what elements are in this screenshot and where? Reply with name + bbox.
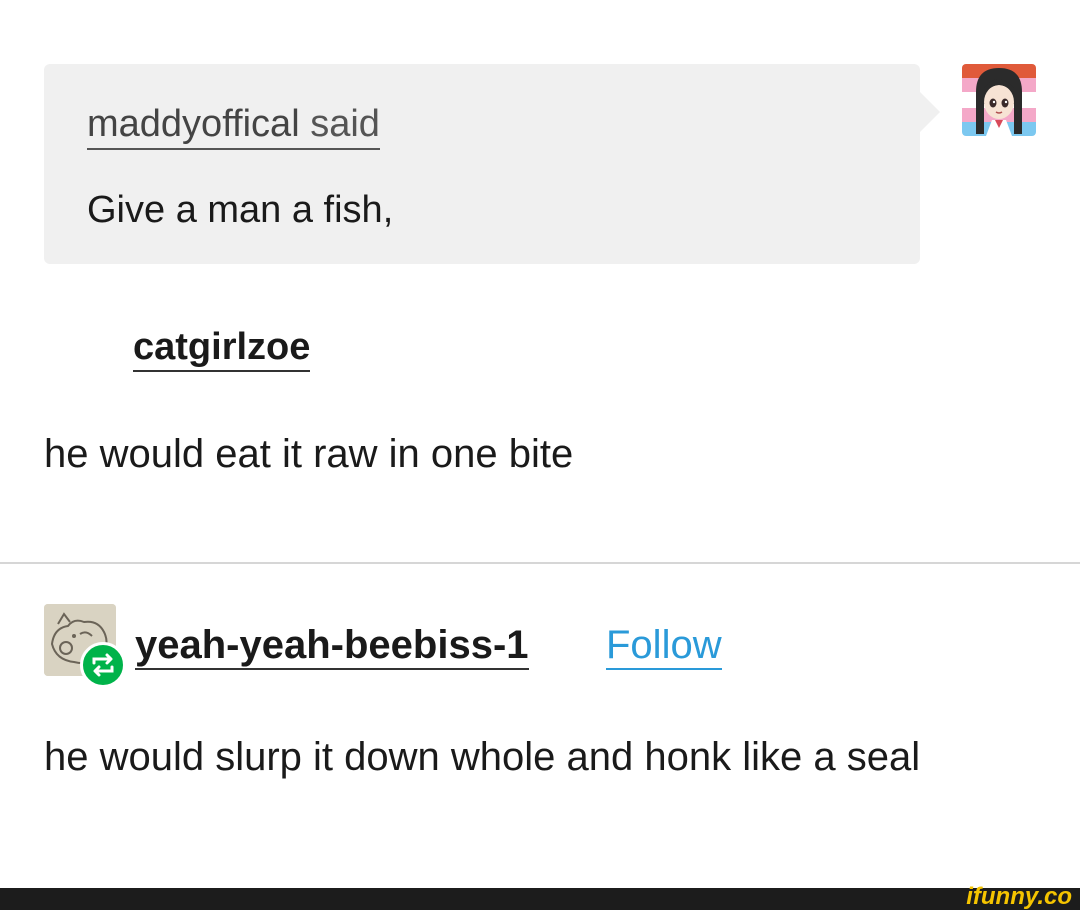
reply1-username-link[interactable]: catgirlzoe bbox=[133, 325, 311, 372]
post-divider bbox=[0, 562, 1080, 564]
asker-line[interactable]: maddyoffical said bbox=[87, 102, 380, 150]
reply2-username-link[interactable]: yeah-yeah-beebiss-1 bbox=[135, 622, 529, 670]
reply1-text: he would eat it raw in one bite bbox=[44, 432, 574, 476]
ask-question-text: Give a man a fish, bbox=[87, 189, 394, 231]
watermark-logo: ifunny.co bbox=[966, 883, 1072, 910]
asker-username-link[interactable]: maddyoffical bbox=[87, 103, 300, 145]
anime-girl-avatar-icon[interactable] bbox=[962, 64, 1036, 136]
reply2-text: he would slurp it down whole and honk li… bbox=[44, 735, 921, 779]
watermark-bar: ifunny.co bbox=[0, 884, 1080, 910]
ask-bubble: maddyoffical said Give a man a fish, bbox=[44, 64, 940, 264]
tumblr-post: maddyoffical said Give a man a fish, cat… bbox=[0, 0, 1080, 910]
follow-button[interactable]: Follow bbox=[606, 622, 722, 670]
reblog-icon bbox=[80, 642, 126, 688]
said-label: said bbox=[310, 103, 380, 145]
